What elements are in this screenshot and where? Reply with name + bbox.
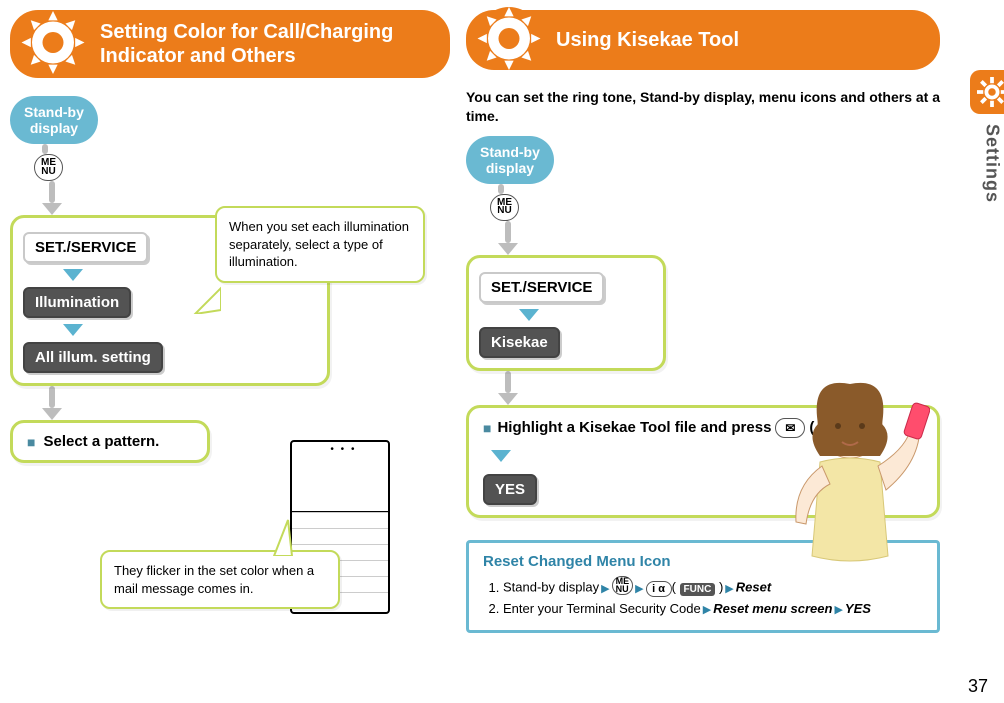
callout-illumination-note: When you set each illumination separatel… [215,206,425,283]
gear-icon [474,4,544,77]
section-header-right: Using Kisekae Tool [466,10,940,70]
step-all-illum: All illum. setting [23,342,163,373]
triangle-icon: ▶ [635,583,643,595]
callout-tail-icon [268,518,298,556]
callout-text: When you set each illumination separatel… [229,219,409,269]
step-set-service: SET./SERVICE [479,272,604,303]
callout-text: They flicker in the set color when a mai… [114,563,314,596]
page-number: 37 [968,676,988,697]
menu-button-icon: ME NU [34,154,63,181]
step-illumination: Illumination [23,287,131,318]
instruction-select-pattern: ■ Select a pattern. [10,420,210,463]
standby-pill: Stand-by display [466,136,554,184]
right-column: Using Kisekae Tool You can set the ring … [466,10,984,633]
standby-pill: Stand-by display [10,96,98,144]
section-header-left: Setting Color for Call/Charging Indicato… [10,10,450,78]
reset-menu-screen: Reset menu screen [713,601,832,616]
gear-icon [18,8,88,81]
step-yes: YES [483,474,537,505]
func-badge: FUNC [680,583,716,596]
section-title-left: Setting Color for Call/Charging Indicato… [100,20,430,68]
triangle-icon: ▶ [834,604,842,616]
step-set-service: SET./SERVICE [23,232,148,263]
bullet-icon: ■ [483,420,491,436]
menu-button-icon: ME NU [612,576,634,595]
led-indicator: • • • [330,444,356,455]
reset-label: Reset [736,580,771,595]
triangle-icon: ▶ [725,583,733,595]
ir-key-icon: i α [646,581,672,597]
callout-tail-icon [193,284,221,314]
triangle-icon: ▶ [601,583,609,595]
instruction-text-a: Highlight a Kisekae Tool file and press [497,419,771,436]
instruction-text: Select a pattern. [43,433,159,450]
triangle-icon: ▶ [703,604,711,616]
left-column: Setting Color for Call/Charging Indicato… [10,10,450,633]
step-kisekae: Kisekae [479,327,560,358]
reset-step-2: Enter your Terminal Security Code▶Reset … [503,601,923,616]
bullet-icon: ■ [27,434,35,450]
lead-text: You can set the ring tone, Stand-by disp… [466,88,940,126]
callout-flicker-note: They flicker in the set color when a mai… [100,550,340,609]
steps-card-right: SET./SERVICE Kisekae [466,255,666,371]
person-illustration [770,366,930,586]
reset-yes: YES [845,601,871,616]
side-tab-label: Settings [982,124,1003,203]
section-title-right: Using Kisekae Tool [556,28,739,52]
menu-button-icon: ME NU [490,194,519,221]
